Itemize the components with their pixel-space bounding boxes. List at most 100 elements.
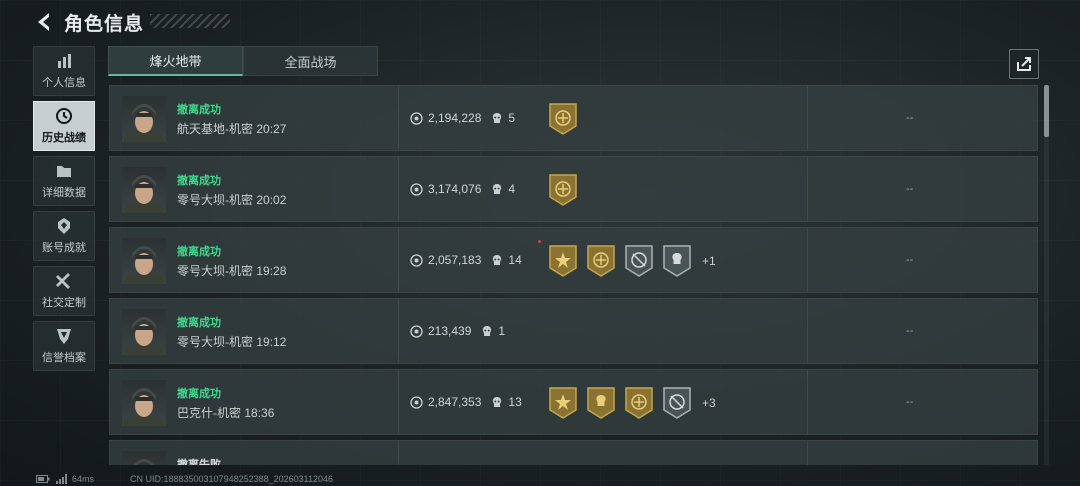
header: 角色信息	[0, 0, 1080, 44]
sidebar-item-credit-record[interactable]: 信誉档案	[33, 321, 95, 371]
gold-shield-badge-icon[interactable]	[624, 386, 654, 420]
silver-crosshair-badge-icon[interactable]	[624, 244, 654, 278]
battery-icon	[36, 475, 50, 483]
tools-icon	[55, 272, 73, 290]
sidebar-item-label: 个人信息	[42, 77, 86, 89]
page-title: 角色信息	[64, 14, 145, 35]
operator-avatar	[122, 380, 166, 426]
silver-skull-badge-icon[interactable]	[662, 244, 692, 278]
column-divider	[398, 228, 399, 292]
column-divider	[398, 441, 399, 465]
map-name: 巴克什-机密	[177, 406, 241, 420]
map-name: 零号大坝-机密	[177, 193, 253, 207]
map-name: 零号大坝-机密	[177, 335, 253, 349]
loot-value-group: 2,194,228 5	[410, 111, 515, 125]
match-time: 18:36	[244, 406, 275, 420]
match-time: 19:28	[256, 264, 287, 278]
extra-info: --	[906, 396, 914, 408]
user-uid: CN UID:188835003107948252388_20260311204…	[130, 474, 334, 484]
medal-icon	[55, 217, 73, 235]
bar-chart-icon	[55, 52, 73, 70]
coin-icon	[410, 253, 423, 267]
gold-star-badge-icon[interactable]	[548, 386, 578, 420]
scrollbar-thumb[interactable]	[1044, 85, 1049, 137]
column-divider	[398, 370, 399, 434]
tab-hazard-zone[interactable]: 烽火地带	[108, 46, 243, 76]
folder-icon	[55, 162, 73, 180]
extraction-status: 撤离失败	[177, 459, 221, 465]
extra-info: --	[906, 254, 914, 266]
sidebar-item-social-customization[interactable]: 社交定制	[33, 266, 95, 316]
gold-skull-badge-icon[interactable]	[586, 386, 616, 420]
sidebar-item-detailed-data[interactable]: 详细数据	[33, 156, 95, 206]
map-and-time: 零号大坝-机密 20:02	[177, 191, 286, 208]
tab-full-battlefield[interactable]: 全面战场	[243, 46, 378, 76]
signal-icon	[56, 474, 67, 484]
match-record-row[interactable]: 撤离成功 巴克什-机密 18:36 2,847,353 13 +3 --	[109, 369, 1038, 435]
kill-count: 13	[508, 395, 522, 409]
more-badges-count[interactable]: +3	[702, 396, 716, 410]
match-record-row[interactable]: 撤离成功 航天基地-机密 20:27 2,194,228 5 --	[109, 85, 1038, 151]
column-divider	[398, 157, 399, 221]
map-name: 零号大坝-机密	[177, 264, 253, 278]
loot-value: 2,194,228	[428, 111, 482, 125]
badge-list: +3	[548, 386, 716, 420]
status-footer: 64ms CN UID:188835003107948252388_202603…	[0, 472, 1080, 486]
loot-value: 2,847,353	[428, 395, 482, 409]
loot-value: 3,174,076	[428, 182, 482, 196]
clock-icon	[55, 107, 73, 125]
sidebar-item-match-history[interactable]: 历史战绩	[33, 101, 95, 151]
skull-icon	[493, 184, 502, 194]
share-icon	[1017, 57, 1031, 71]
gold-shield-badge-icon[interactable]	[548, 102, 578, 136]
badge-list: +1	[548, 244, 716, 278]
silver-crosshair-badge-icon[interactable]	[662, 386, 692, 420]
operator-avatar	[122, 451, 166, 465]
match-time: 19:12	[256, 335, 287, 349]
notification-dot	[538, 240, 541, 243]
loot-value: 2,057,183	[428, 253, 482, 267]
loot-value-group: 2,847,353 13	[410, 395, 522, 409]
back-arrow-icon[interactable]	[32, 10, 56, 34]
more-badges-count[interactable]: +1	[702, 254, 716, 268]
extraction-status: 撤离成功	[177, 104, 221, 116]
match-record-row[interactable]: 撤离失败	[109, 440, 1038, 465]
skull-icon	[483, 326, 492, 336]
column-divider	[807, 157, 808, 221]
operator-avatar	[122, 238, 166, 284]
column-divider	[398, 86, 399, 150]
title-decoration	[150, 14, 230, 28]
kill-count: 14	[508, 253, 522, 267]
extra-info: --	[906, 325, 914, 337]
list-scrollbar[interactable]	[1044, 85, 1049, 465]
map-and-time: 巴克什-机密 18:36	[177, 404, 274, 421]
operator-avatar	[122, 167, 166, 213]
kill-count: 5	[508, 111, 516, 125]
sidebar-item-label: 详细数据	[42, 187, 86, 199]
gold-star-badge-icon[interactable]	[548, 244, 578, 278]
match-record-row[interactable]: 撤离成功 零号大坝-机密 19:12 213,439 1 --	[109, 298, 1038, 364]
coin-icon	[410, 182, 423, 196]
badge-list	[548, 102, 586, 136]
operator-avatar	[122, 309, 166, 355]
match-record-row[interactable]: 撤离成功 零号大坝-机密 20:02 3,174,076 4 --	[109, 156, 1038, 222]
loot-value-group: 3,174,076 4	[410, 182, 515, 196]
extraction-status: 撤离成功	[177, 388, 221, 400]
column-divider	[807, 86, 808, 150]
column-divider	[807, 370, 808, 434]
match-record-row[interactable]: 撤离成功 零号大坝-机密 19:28 2,057,183 14 +1 --	[109, 227, 1038, 293]
share-button[interactable]	[1009, 49, 1039, 79]
map-name: 航天基地-机密	[177, 122, 253, 136]
skull-icon	[493, 255, 502, 265]
gold-shield-badge-icon[interactable]	[586, 244, 616, 278]
extraction-status: 撤离成功	[177, 317, 221, 329]
extra-info: --	[906, 183, 914, 195]
loot-value-group: 213,439 1	[410, 324, 505, 338]
sidebar-item-achievements[interactable]: 账号成就	[33, 211, 95, 261]
map-and-time: 零号大坝-机密 19:12	[177, 333, 286, 350]
map-and-time: 零号大坝-机密 19:28	[177, 262, 286, 279]
sidebar-item-label: 账号成就	[42, 242, 86, 254]
gold-shield-badge-icon[interactable]	[548, 173, 578, 207]
sidebar-item-personal-info[interactable]: 个人信息	[33, 46, 95, 96]
sidebar-item-label: 社交定制	[42, 297, 86, 309]
